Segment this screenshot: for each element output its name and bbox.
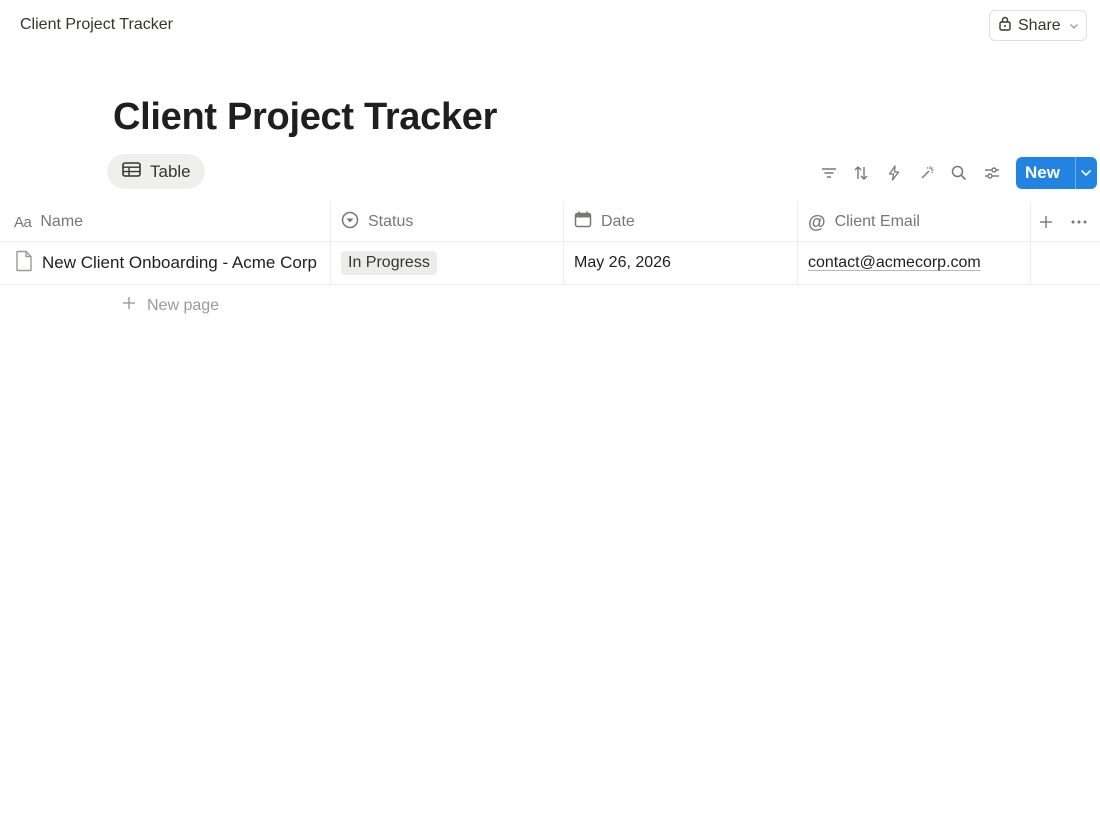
column-divider (797, 202, 798, 242)
search-icon[interactable] (949, 163, 969, 183)
more-options-icon[interactable] (1071, 202, 1087, 242)
chevron-down-icon[interactable] (1076, 157, 1097, 189)
cell-date[interactable]: May 26, 2026 (574, 242, 671, 284)
new-button[interactable]: New (1016, 157, 1097, 189)
column-header-label: Status (368, 213, 414, 230)
new-page-button[interactable]: New page (122, 296, 219, 315)
chevron-down-icon (1069, 17, 1079, 35)
at-icon: @ (808, 211, 826, 232)
sort-icon[interactable] (851, 163, 871, 183)
top-bar: Client Project Tracker Share (0, 0, 1100, 52)
add-column-icon[interactable] (1039, 202, 1053, 242)
column-divider (797, 242, 798, 284)
column-header-name[interactable]: Aa Name (14, 202, 83, 242)
column-header-label: Date (601, 213, 635, 230)
column-header-status[interactable]: Status (341, 202, 413, 242)
table-header: Aa Name Status Date @ Client Email (0, 202, 1100, 242)
cell-name[interactable]: New Client Onboarding - Acme Corp (15, 242, 317, 284)
page-document-icon (15, 250, 33, 277)
calendar-icon (574, 211, 592, 233)
plus-icon (122, 296, 136, 315)
table-row[interactable]: New Client Onboarding - Acme Corp In Pro… (0, 242, 1100, 285)
column-divider (563, 202, 564, 242)
row-title: New Client Onboarding - Acme Corp (42, 253, 317, 272)
column-header-date[interactable]: Date (574, 202, 635, 242)
column-divider (1030, 202, 1031, 242)
email-link[interactable]: contact@acmecorp.com (808, 254, 981, 272)
share-label: Share (1018, 16, 1061, 34)
page-title[interactable]: Client Project Tracker (113, 96, 497, 139)
cell-status[interactable]: In Progress (341, 242, 437, 284)
column-header-label: Client Email (834, 213, 920, 230)
share-button[interactable]: Share (989, 10, 1087, 41)
status-icon (341, 211, 359, 234)
new-button-label: New (1025, 163, 1060, 182)
status-badge: In Progress (341, 251, 437, 275)
lightning-icon[interactable] (884, 163, 904, 183)
breadcrumb[interactable]: Client Project Tracker (20, 16, 173, 34)
column-header-label: Name (40, 213, 84, 230)
new-page-label: New page (147, 296, 220, 314)
column-divider (563, 242, 564, 284)
settings-sliders-icon[interactable] (982, 163, 1002, 183)
date-value: May 26, 2026 (574, 254, 671, 271)
lock-icon (998, 15, 1012, 36)
column-divider (1030, 242, 1031, 284)
filter-icon[interactable] (819, 163, 839, 183)
view-toolbar (0, 160, 1100, 186)
column-header-client-email[interactable]: @ Client Email (808, 202, 920, 242)
text-aa-icon: Aa (14, 213, 32, 231)
cell-client-email[interactable]: contact@acmecorp.com (808, 242, 981, 284)
column-divider (330, 242, 331, 284)
column-divider (330, 202, 331, 242)
database-table: Aa Name Status Date @ Client Email New C… (0, 202, 1100, 285)
sparkle-wand-icon[interactable] (917, 163, 937, 183)
